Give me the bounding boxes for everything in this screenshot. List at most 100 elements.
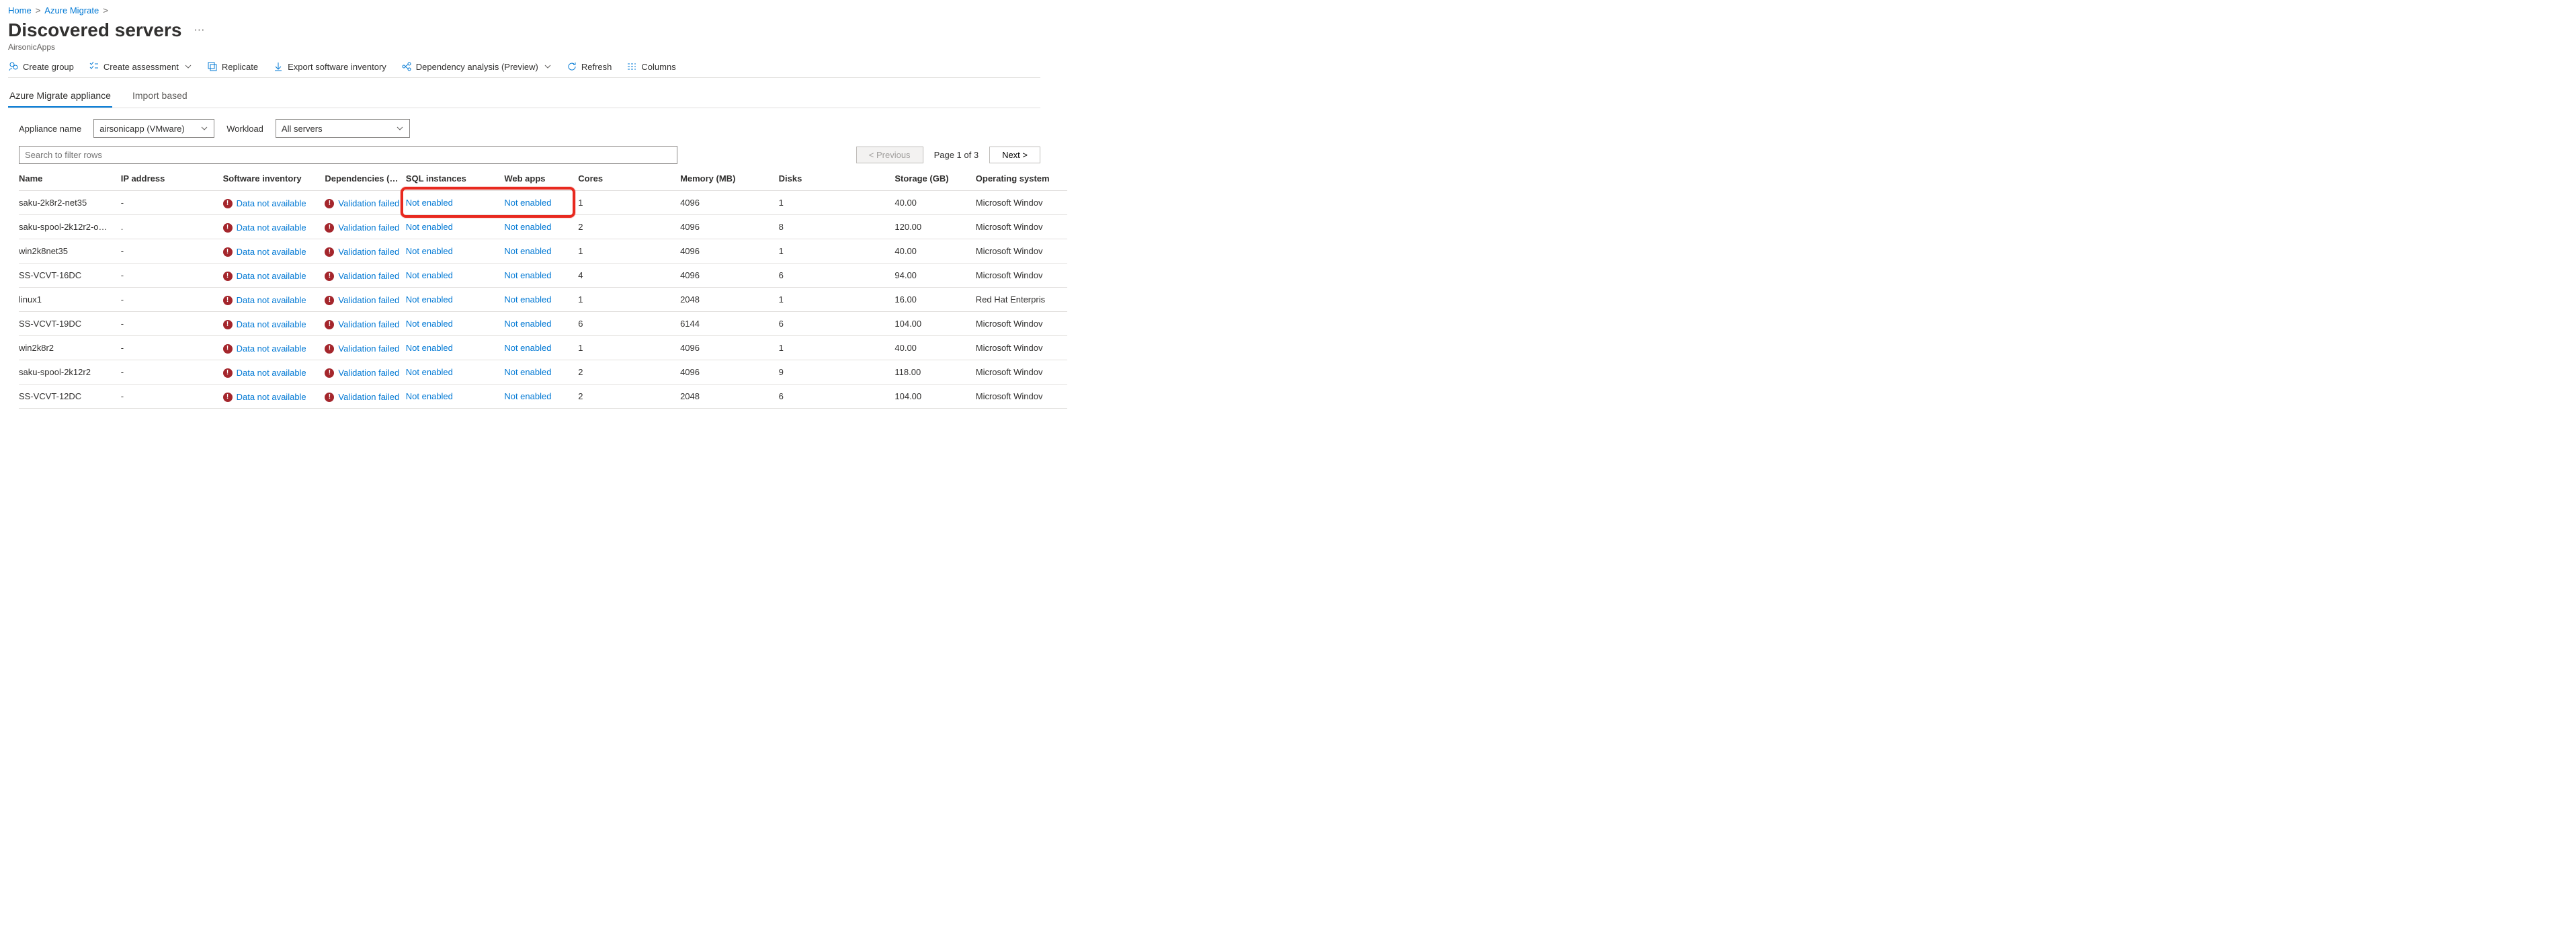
error-icon: ! — [223, 272, 233, 281]
cell-cores: 1 — [578, 336, 680, 360]
cell-software[interactable]: !Data not available — [223, 215, 325, 239]
cell-disks: 8 — [779, 215, 895, 239]
cell-sql[interactable]: Not enabled — [406, 360, 505, 384]
cell-disks: 6 — [779, 312, 895, 336]
cell-sql[interactable]: Not enabled — [406, 264, 505, 288]
cell-sql[interactable]: Not enabled — [406, 191, 505, 215]
cell-deps[interactable]: !Validation failed — [325, 336, 405, 360]
cell-web[interactable]: Not enabled — [504, 384, 578, 409]
table-row[interactable]: win2k8r2-!Data not available!Validation … — [19, 336, 1067, 360]
cell-sql[interactable]: Not enabled — [406, 336, 505, 360]
cell-software[interactable]: !Data not available — [223, 191, 325, 215]
table-row[interactable]: SS-VCVT-16DC-!Data not available!Validat… — [19, 264, 1067, 288]
download-icon — [273, 61, 284, 72]
create-assessment-label: Create assessment — [103, 62, 179, 72]
replicate-button[interactable]: Replicate — [207, 61, 258, 72]
cell-web[interactable]: Not enabled — [504, 336, 578, 360]
cell-web[interactable]: Not enabled — [504, 360, 578, 384]
error-icon: ! — [325, 320, 334, 329]
cell-memory: 4096 — [680, 264, 779, 288]
export-inventory-button[interactable]: Export software inventory — [273, 61, 386, 72]
col-os[interactable]: Operating system — [976, 167, 1067, 191]
cell-deps[interactable]: !Validation failed — [325, 215, 405, 239]
cell-web[interactable]: Not enabled — [504, 215, 578, 239]
refresh-button[interactable]: Refresh — [567, 61, 612, 72]
cell-sql[interactable]: Not enabled — [406, 239, 505, 264]
col-sql[interactable]: SQL instances — [406, 167, 505, 191]
table-row[interactable]: saku-spool-2k12r2-o….!Data not available… — [19, 215, 1067, 239]
cell-storage: 40.00 — [895, 191, 975, 215]
cell-sql[interactable]: Not enabled — [406, 288, 505, 312]
error-icon: ! — [223, 247, 233, 257]
cell-deps[interactable]: !Validation failed — [325, 312, 405, 336]
cell-cores: 4 — [578, 264, 680, 288]
table-row[interactable]: linux1-!Data not available!Validation fa… — [19, 288, 1067, 312]
pager-row: < Previous Page 1 of 3 Next > — [19, 146, 1040, 164]
cell-ip: - — [121, 384, 223, 409]
col-cores[interactable]: Cores — [578, 167, 680, 191]
cell-os: Microsoft Windov — [976, 336, 1067, 360]
cell-memory: 2048 — [680, 384, 779, 409]
breadcrumb-home[interactable]: Home — [8, 5, 32, 15]
cell-software[interactable]: !Data not available — [223, 312, 325, 336]
create-group-button[interactable]: Create group — [8, 61, 74, 72]
cell-deps[interactable]: !Validation failed — [325, 191, 405, 215]
create-assessment-button[interactable]: Create assessment — [89, 61, 192, 72]
error-icon: ! — [223, 223, 233, 233]
col-deps[interactable]: Dependencies (Age… — [325, 167, 405, 191]
cell-sql[interactable]: Not enabled — [406, 215, 505, 239]
cell-web[interactable]: Not enabled — [504, 288, 578, 312]
cell-cores: 6 — [578, 312, 680, 336]
table-row[interactable]: SS-VCVT-19DC-!Data not available!Validat… — [19, 312, 1067, 336]
error-icon: ! — [223, 199, 233, 208]
appliance-name-select[interactable]: airsonicapp (VMware) — [93, 119, 214, 138]
cell-web[interactable]: Not enabled — [504, 312, 578, 336]
export-inventory-label: Export software inventory — [288, 62, 386, 72]
table-row[interactable]: saku-2k8r2-net35-!Data not available!Val… — [19, 191, 1067, 215]
more-actions-button[interactable]: ··· — [190, 22, 208, 39]
cell-software[interactable]: !Data not available — [223, 239, 325, 264]
col-disks[interactable]: Disks — [779, 167, 895, 191]
col-software[interactable]: Software inventory — [223, 167, 325, 191]
cell-software[interactable]: !Data not available — [223, 288, 325, 312]
workload-select[interactable]: All servers — [276, 119, 410, 138]
cell-os: Microsoft Windov — [976, 360, 1067, 384]
breadcrumb-azure-migrate[interactable]: Azure Migrate — [44, 5, 99, 15]
cell-os: Microsoft Windov — [976, 312, 1067, 336]
table-row[interactable]: SS-VCVT-12DC-!Data not available!Validat… — [19, 384, 1067, 409]
col-ip[interactable]: IP address — [121, 167, 223, 191]
tab-import-based[interactable]: Import based — [131, 86, 189, 108]
refresh-icon — [567, 61, 577, 72]
cell-deps[interactable]: !Validation failed — [325, 384, 405, 409]
tab-appliance[interactable]: Azure Migrate appliance — [8, 86, 112, 108]
next-page-button[interactable]: Next > — [989, 147, 1040, 163]
col-storage[interactable]: Storage (GB) — [895, 167, 975, 191]
cell-storage: 40.00 — [895, 239, 975, 264]
cell-software[interactable]: !Data not available — [223, 384, 325, 409]
cell-deps[interactable]: !Validation failed — [325, 288, 405, 312]
cell-software[interactable]: !Data not available — [223, 336, 325, 360]
col-name[interactable]: Name — [19, 167, 121, 191]
table-row[interactable]: win2k8net35-!Data not available!Validati… — [19, 239, 1067, 264]
prev-page-button[interactable]: < Previous — [856, 147, 923, 163]
columns-button[interactable]: Columns — [626, 61, 675, 72]
cell-software[interactable]: !Data not available — [223, 264, 325, 288]
cell-software[interactable]: !Data not available — [223, 360, 325, 384]
cell-deps[interactable]: !Validation failed — [325, 360, 405, 384]
cell-sql[interactable]: Not enabled — [406, 312, 505, 336]
table-row[interactable]: saku-spool-2k12r2-!Data not available!Va… — [19, 360, 1067, 384]
search-input[interactable] — [19, 146, 677, 164]
replicate-label: Replicate — [222, 62, 258, 72]
chevron-down-icon — [200, 124, 208, 132]
cell-deps[interactable]: !Validation failed — [325, 264, 405, 288]
chevron-down-icon — [544, 63, 552, 71]
cell-sql[interactable]: Not enabled — [406, 384, 505, 409]
col-web[interactable]: Web apps — [504, 167, 578, 191]
cell-web[interactable]: Not enabled — [504, 191, 578, 215]
col-memory[interactable]: Memory (MB) — [680, 167, 779, 191]
dependency-analysis-button[interactable]: Dependency analysis (Preview) — [401, 61, 552, 72]
cell-web[interactable]: Not enabled — [504, 239, 578, 264]
cell-deps[interactable]: !Validation failed — [325, 239, 405, 264]
cell-os: Red Hat Enterpris — [976, 288, 1067, 312]
cell-web[interactable]: Not enabled — [504, 264, 578, 288]
